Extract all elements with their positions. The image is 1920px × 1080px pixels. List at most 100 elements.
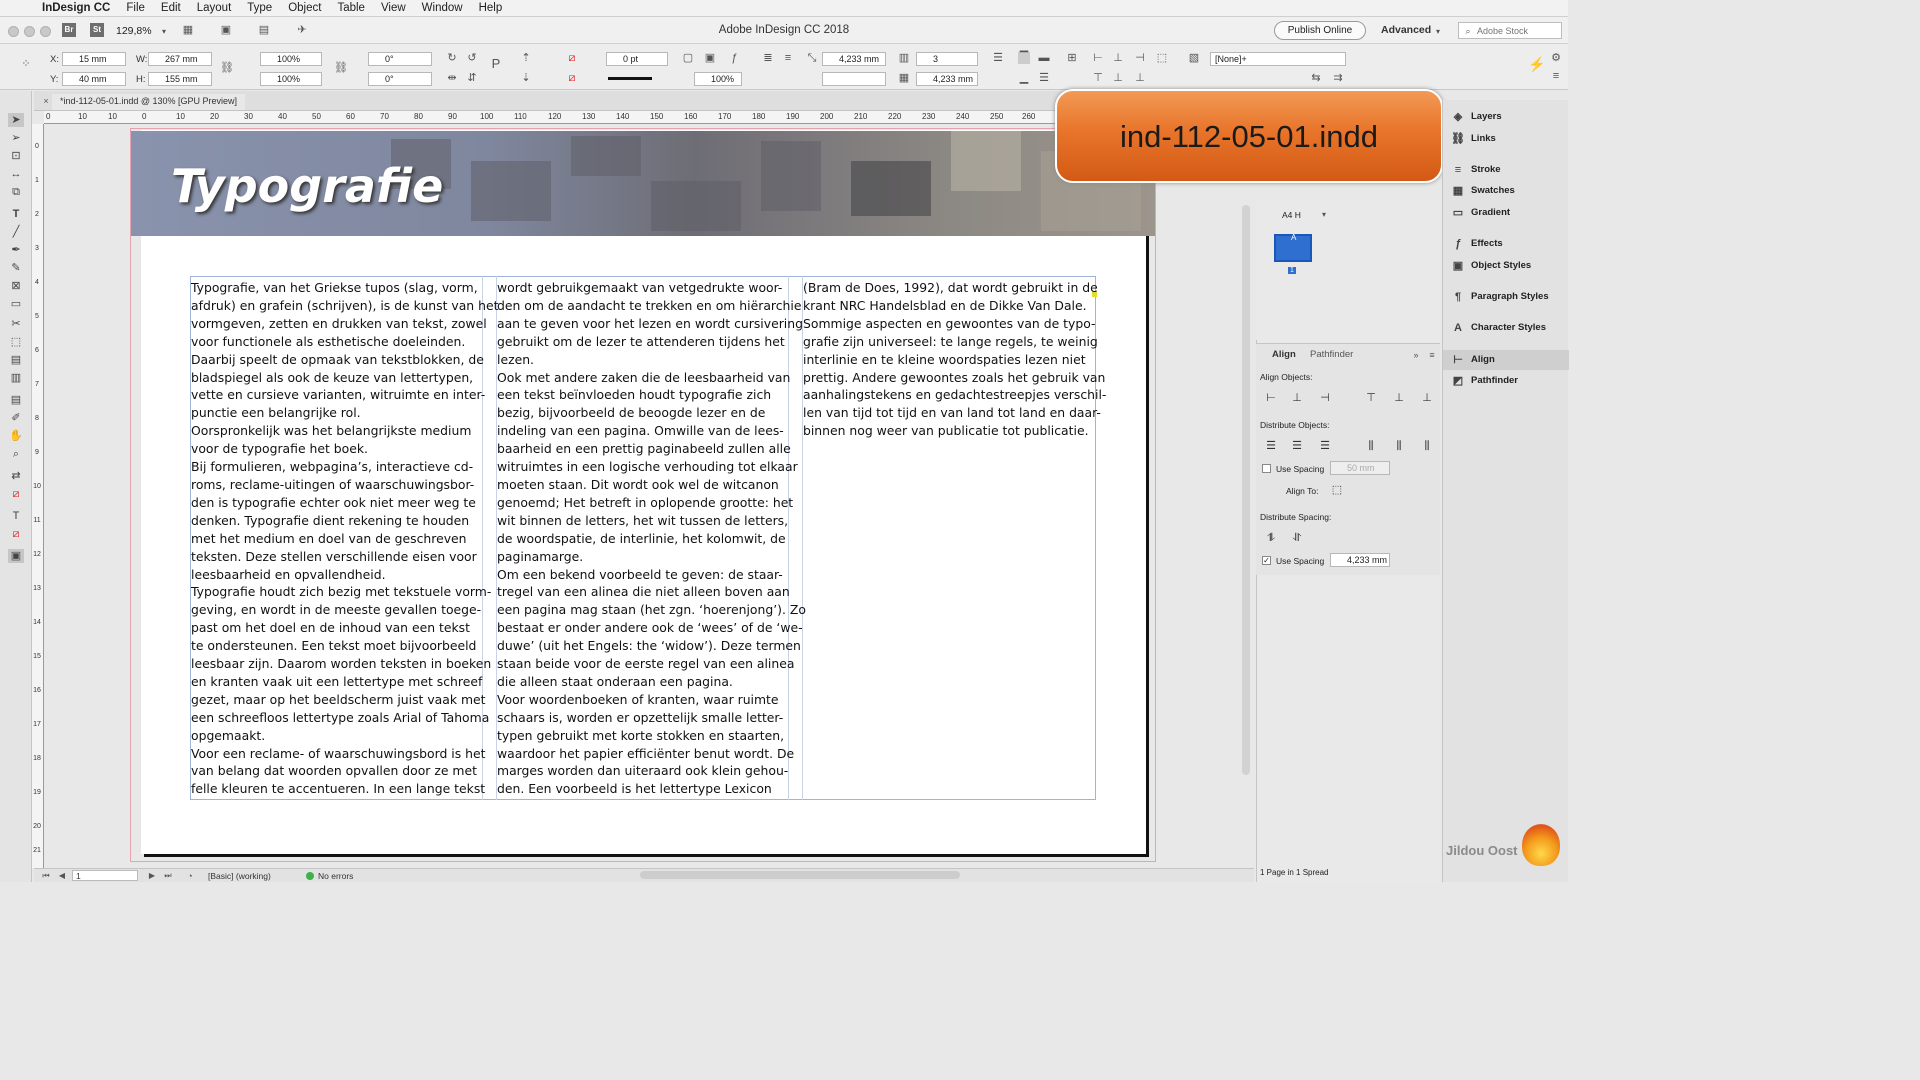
gpu-performance-icon[interactable]: ✈ xyxy=(296,24,308,36)
last-page-icon[interactable]: ⏭ xyxy=(162,870,174,882)
note-tool-icon[interactable]: ▤ xyxy=(8,393,24,407)
document-tab[interactable]: *ind-112-05-01.indd @ 130% [GPU Preview] xyxy=(52,94,246,110)
quick-apply-icon[interactable]: ⇆ xyxy=(1310,72,1322,84)
x-position-field[interactable]: 15 mm xyxy=(62,52,126,66)
free-transform-tool-icon[interactable]: ⬚ xyxy=(8,335,24,349)
text-wrap-icon[interactable]: ⊞ xyxy=(1066,52,1078,64)
fx-icon[interactable]: ▢ xyxy=(682,52,694,64)
fill-stroke-swatch-icon[interactable]: ⧄ xyxy=(8,487,24,501)
align-to-selection-icon[interactable]: ⬚ xyxy=(1330,484,1344,496)
distribute-vspace-icon[interactable]: ⥮ xyxy=(1264,532,1278,544)
menu-table[interactable]: Table xyxy=(329,2,373,14)
swap-fill-stroke-icon[interactable]: ⇄ xyxy=(8,469,24,483)
next-page-icon[interactable]: ▶ xyxy=(146,870,158,882)
content-collector-icon[interactable]: ⧉ xyxy=(8,185,24,199)
align-bottom-edges-icon[interactable]: ⊥ xyxy=(1134,72,1146,84)
distribute-top-icon[interactable]: ☰ xyxy=(1264,440,1278,452)
out-port-icon[interactable] xyxy=(1092,292,1097,297)
line-tool-icon[interactable]: ╱ xyxy=(8,225,24,239)
horizontal-scrollbar[interactable] xyxy=(640,871,960,879)
zoom-level[interactable]: 129,8% xyxy=(116,25,152,37)
link-scale-icon[interactable]: ⛓ xyxy=(334,62,348,74)
selection-tool-icon[interactable]: ➤ xyxy=(8,113,24,127)
rotation-field[interactable]: 0° xyxy=(368,52,432,66)
gutter-field[interactable]: 4,233 mm xyxy=(916,72,978,86)
rectangle-tool-icon[interactable]: ▭ xyxy=(8,297,24,311)
distribute-vcenter-icon[interactable]: ☰ xyxy=(1290,440,1304,452)
text-column-1[interactable]: Typografie, van het Griekse tupos (slag,… xyxy=(191,279,498,798)
close-window-button[interactable] xyxy=(8,26,19,37)
collapse-icon[interactable]: » xyxy=(1410,349,1422,361)
scissors-tool-icon[interactable]: ✂ xyxy=(8,317,24,331)
gradient-tool-icon[interactable]: ▤ xyxy=(8,353,24,367)
align-bottom-icon[interactable]: ▁ xyxy=(1018,72,1030,84)
use-spacing-checkbox-1[interactable] xyxy=(1262,464,1271,473)
text-frame-icon[interactable]: P xyxy=(490,57,502,70)
type-tool-icon[interactable]: T xyxy=(8,207,24,221)
opacity-field[interactable]: 100% xyxy=(694,72,742,86)
tab-pathfinder[interactable]: Pathfinder xyxy=(1310,349,1353,360)
close-tab-icon[interactable]: × xyxy=(40,95,52,107)
drop-shadow-icon[interactable]: ▣ xyxy=(704,52,716,64)
dock-swatches[interactable]: ▦ Swatches xyxy=(1443,181,1569,201)
shear-field[interactable]: 0° xyxy=(368,72,432,86)
use-spacing-checkbox-2[interactable]: ✓ xyxy=(1262,556,1271,565)
distribute-right-icon[interactable]: ⫼ xyxy=(1420,440,1434,452)
preflight-profile-icon[interactable]: ◔ xyxy=(184,870,196,882)
distribute-left-icon[interactable]: ⫼ xyxy=(1364,440,1378,452)
align-bottom-icon[interactable]: ⊥ xyxy=(1420,392,1434,404)
rotate-ccw-icon[interactable]: ↺ xyxy=(466,52,478,64)
zoom-window-button[interactable] xyxy=(40,26,51,37)
apply-none-icon[interactable]: ⧄ xyxy=(8,527,24,541)
lightning-icon[interactable]: ⚡ xyxy=(1528,57,1545,71)
align-top-icon[interactable]: ⊤ xyxy=(1364,392,1378,404)
publish-online-button[interactable]: Publish Online xyxy=(1274,21,1366,40)
eyedropper-tool-icon[interactable]: ✐ xyxy=(8,411,24,425)
select-container-icon[interactable]: ⇡ xyxy=(520,52,532,64)
use-spacing-field-2[interactable]: 4,233 mm xyxy=(1330,553,1390,567)
text-column-3[interactable]: (Bram de Does, 1992), dat wordt gebruikt… xyxy=(803,279,1106,440)
menu-file[interactable]: File xyxy=(118,2,153,14)
settings-icon[interactable]: ⚙ xyxy=(1550,52,1562,64)
menu-view[interactable]: View xyxy=(373,2,414,14)
align-left-icon[interactable]: ⊢ xyxy=(1264,392,1278,404)
object-style-select[interactable]: [None]+ xyxy=(1210,52,1346,66)
fill-none-icon[interactable]: ⧄ xyxy=(566,52,578,64)
height-field[interactable]: 155 mm xyxy=(148,72,212,86)
workspace-switcher[interactable]: Advanced xyxy=(1381,24,1431,36)
align-center-icon[interactable]: ▬ xyxy=(1038,52,1050,64)
stroke-none-icon[interactable]: ⧄ xyxy=(566,72,578,84)
menu-layout[interactable]: Layout xyxy=(189,2,240,14)
align-top-icon[interactable]: ▔ xyxy=(1018,52,1030,64)
scale-x-field[interactable]: 100% xyxy=(260,52,322,66)
previous-page-icon[interactable]: ◀ xyxy=(56,870,68,882)
page-number-field[interactable]: 1 xyxy=(72,870,138,881)
page-thumbnail[interactable]: A xyxy=(1274,233,1312,262)
auto-fit-icon[interactable]: ⤡ xyxy=(806,52,818,64)
control-menu-icon[interactable]: ≡ xyxy=(1550,70,1562,82)
text-column-2[interactable]: wordt gebruikgemaakt van vetgedrukte woo… xyxy=(497,279,806,798)
menu-edit[interactable]: Edit xyxy=(153,2,189,14)
flip-vertical-icon[interactable]: ⇵ xyxy=(466,72,478,84)
menu-object[interactable]: Object xyxy=(280,2,329,14)
distribute-hcenter-icon[interactable]: ⫼ xyxy=(1392,440,1406,452)
formatting-affects-text-icon[interactable]: T xyxy=(8,509,24,523)
align-left-frame-icon[interactable]: ≣ xyxy=(762,52,774,64)
stock-badge[interactable]: St xyxy=(90,23,104,37)
bridge-badge[interactable]: Br xyxy=(62,23,76,37)
align-left-edges-icon[interactable]: ⊢ xyxy=(1092,52,1104,64)
menu-help[interactable]: Help xyxy=(471,2,511,14)
align-to-selection-icon[interactable]: ⬚ xyxy=(1156,52,1168,64)
align-top-edges-icon[interactable]: ⊤ xyxy=(1092,72,1104,84)
banner-image[interactable]: Typografie xyxy=(131,131,1155,236)
y-position-field[interactable]: 40 mm xyxy=(62,72,126,86)
distribute-hspace-icon[interactable]: ⥯ xyxy=(1290,532,1304,544)
use-spacing-field-1[interactable]: 50 mm xyxy=(1330,461,1390,475)
screen-mode-icon[interactable]: ▣ xyxy=(220,24,232,36)
reference-point-icon[interactable]: ⁘ xyxy=(20,58,32,70)
effects-icon[interactable]: ƒ xyxy=(728,52,740,64)
zoom-tool-icon[interactable]: ⌕ xyxy=(8,447,24,461)
direct-selection-tool-icon[interactable]: ➢ xyxy=(8,131,24,145)
columns-field[interactable]: 3 xyxy=(916,52,978,66)
vertical-scrollbar[interactable] xyxy=(1242,205,1250,775)
